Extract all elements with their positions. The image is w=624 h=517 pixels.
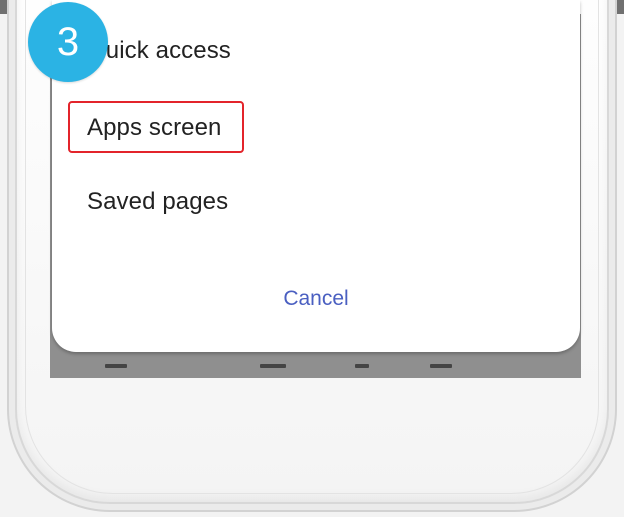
cancel-button[interactable]: Cancel: [52, 287, 580, 311]
dock-icon-hint: [430, 364, 452, 368]
dock-icon-hint: [105, 364, 127, 368]
menu-item-saved-pages[interactable]: Saved pages: [87, 188, 228, 216]
menu-item-apps-screen[interactable]: Apps screen: [87, 114, 222, 142]
tutorial-screenshot: Quick access Apps screen Saved pages Can…: [0, 0, 624, 517]
options-dialog: Quick access Apps screen Saved pages Can…: [52, 0, 580, 352]
dock-icon-hint: [260, 364, 286, 368]
menu-item-quick-access[interactable]: Quick access: [87, 37, 231, 65]
dock-icon-hint: [355, 364, 369, 368]
step-number-badge: 3: [28, 2, 108, 82]
